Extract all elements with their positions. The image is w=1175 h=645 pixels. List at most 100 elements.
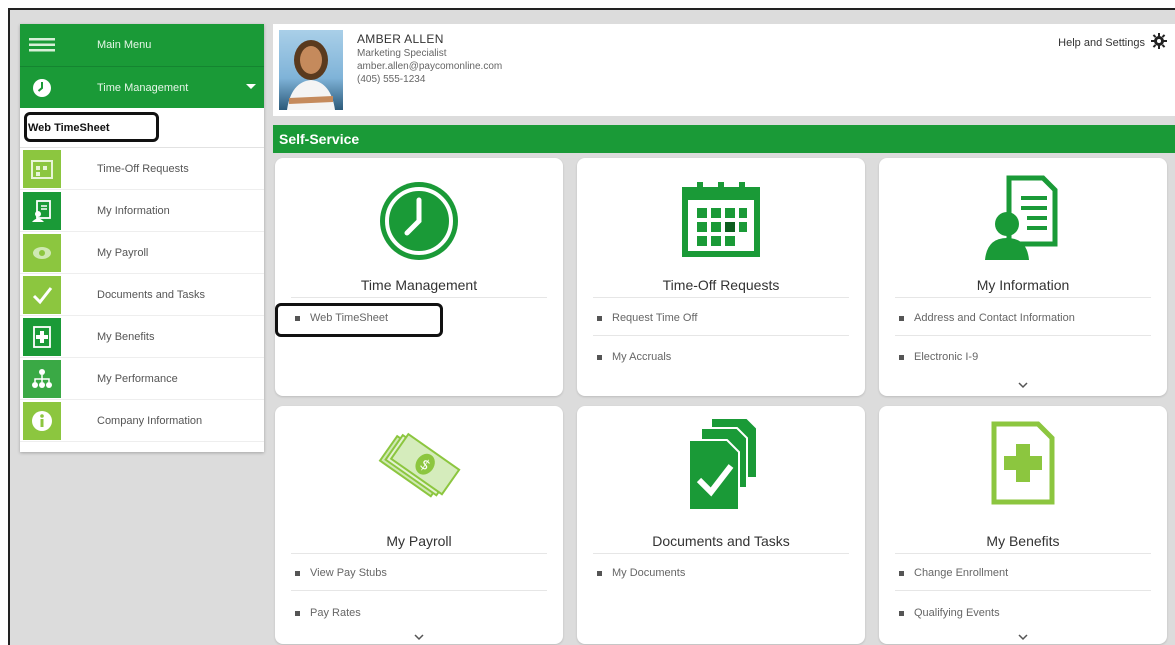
- divider: [291, 590, 547, 591]
- employee-phone: (405) 555-1234: [357, 74, 426, 85]
- medical-plus-icon: [879, 420, 1167, 506]
- sidebar-item-time-management[interactable]: Time Management: [20, 66, 264, 108]
- link-label: My Accruals: [612, 351, 672, 363]
- chevron-down-icon[interactable]: [1018, 380, 1028, 390]
- card-title: My Payroll: [386, 533, 452, 549]
- org-chart-icon: [23, 359, 61, 398]
- money-icon: $: [275, 424, 563, 508]
- link-address-and-contact-information[interactable]: Address and Contact Information: [899, 312, 1075, 324]
- sidebar-item-time-off-requests[interactable]: Time-Off Requests: [20, 148, 264, 190]
- card-time-management: Time Management Web TimeSheet: [275, 158, 563, 396]
- link-label: Qualifying Events: [914, 607, 1000, 619]
- employee-email: amber.allen@paycomonline.com: [357, 61, 503, 72]
- card-title: My Information: [976, 277, 1070, 293]
- link-view-pay-stubs[interactable]: View Pay Stubs: [295, 567, 387, 579]
- bullet-icon: [597, 570, 602, 576]
- card-my-payroll: $ My Payroll View Pay Stubs Pay Rates: [275, 406, 563, 644]
- link-change-enrollment[interactable]: Change Enrollment: [899, 567, 1008, 579]
- profile-document-icon: [879, 174, 1167, 262]
- divider: [895, 335, 1151, 336]
- caret-down-icon: [246, 84, 256, 89]
- bullet-icon: [597, 354, 602, 360]
- link-my-documents[interactable]: My Documents: [597, 567, 685, 579]
- employee-job-title: Marketing Specialist: [357, 48, 447, 59]
- sidebar-item-label: My Benefits: [97, 330, 155, 343]
- documents-checkmark-icon: [577, 416, 865, 512]
- bullet-icon: [899, 570, 904, 576]
- sidebar-main-menu[interactable]: Main Menu: [20, 24, 264, 66]
- divider: [291, 297, 547, 298]
- profile-document-icon: [23, 191, 61, 230]
- divider: [895, 553, 1151, 554]
- info-icon: [23, 401, 61, 440]
- link-label: Pay Rates: [310, 607, 361, 619]
- sidebar-item-label: Time-Off Requests: [97, 162, 189, 175]
- bullet-icon: [295, 570, 300, 576]
- sidebar-item-documents-and-tasks[interactable]: Documents and Tasks: [20, 274, 264, 316]
- card-title: Time-Off Requests: [662, 277, 780, 293]
- link-my-accruals[interactable]: My Accruals: [597, 351, 671, 363]
- clock-icon: [275, 180, 563, 262]
- hamburger-menu-icon: [23, 26, 61, 64]
- chevron-down-icon[interactable]: [414, 632, 424, 642]
- sidebar-item-label: My Payroll: [97, 246, 149, 259]
- medical-plus-icon: [23, 317, 61, 356]
- card-title: My Benefits: [986, 533, 1060, 549]
- divider: [593, 335, 849, 336]
- link-qualifying-events[interactable]: Qualifying Events: [899, 607, 1000, 619]
- highlight-box: [24, 112, 159, 142]
- highlight-box: [275, 303, 443, 337]
- bullet-icon: [295, 610, 300, 616]
- bullet-icon: [899, 354, 904, 360]
- card-documents-and-tasks: Documents and Tasks My Documents: [577, 406, 865, 644]
- sidebar-item-my-performance[interactable]: My Performance: [20, 358, 264, 400]
- calendar-icon: [23, 149, 61, 188]
- sidebar-item-label: My Performance: [97, 372, 178, 385]
- divider: [895, 590, 1151, 591]
- self-service-heading: Self-Service: [273, 125, 1175, 153]
- divider: [291, 553, 547, 554]
- employee-name: AMBER ALLEN: [357, 32, 444, 46]
- help-and-settings-label: Help and Settings: [1058, 36, 1145, 49]
- link-label: Change Enrollment: [914, 567, 1009, 579]
- sidebar-item-label: Time Management: [97, 81, 189, 94]
- clock-icon: [23, 69, 61, 107]
- link-label: Address and Contact Information: [914, 312, 1075, 324]
- help-and-settings-button[interactable]: Help and Settings: [1058, 33, 1167, 52]
- sidebar-main-menu-label: Main Menu: [97, 39, 152, 51]
- card-my-benefits: My Benefits Change Enrollment Qualifying…: [879, 406, 1167, 644]
- sidebar-item-my-benefits[interactable]: My Benefits: [20, 316, 264, 358]
- card-my-information: My Information Address and Contact Infor…: [879, 158, 1167, 396]
- chevron-down-icon[interactable]: [1018, 632, 1028, 642]
- avatar: [279, 30, 343, 110]
- link-label: Request Time Off: [612, 312, 698, 324]
- sidebar-item-my-information[interactable]: My Information: [20, 190, 264, 232]
- divider: [895, 297, 1151, 298]
- link-label: My Documents: [612, 567, 686, 579]
- profile-header: AMBER ALLEN Marketing Specialist amber.a…: [273, 24, 1175, 116]
- link-electronic-i9[interactable]: Electronic I-9: [899, 351, 978, 363]
- sidebar-item-label: Documents and Tasks: [97, 288, 206, 301]
- link-request-time-off[interactable]: Request Time Off: [597, 312, 697, 324]
- link-pay-rates[interactable]: Pay Rates: [295, 607, 361, 619]
- sidebar-item-my-payroll[interactable]: My Payroll: [20, 232, 264, 274]
- link-label: Electronic I-9: [914, 351, 979, 363]
- sidebar-item-company-information[interactable]: Company Information: [20, 400, 264, 442]
- bullet-icon: [597, 315, 602, 321]
- divider: [593, 297, 849, 298]
- sidebar-item-label: My Information: [97, 204, 170, 217]
- checkmark-icon: [23, 275, 61, 314]
- card-title: Time Management: [360, 277, 478, 293]
- app-frame: Main Menu Time Management Web TimeSheet …: [8, 8, 1175, 645]
- card-title: Documents and Tasks: [652, 533, 790, 549]
- sidebar-item-label: Company Information: [97, 414, 203, 427]
- divider: [593, 553, 849, 554]
- sidebar: Main Menu Time Management Web TimeSheet …: [20, 24, 264, 452]
- card-time-off-requests: Time-Off Requests Request Time Off My Ac…: [577, 158, 865, 396]
- link-label: View Pay Stubs: [310, 567, 387, 579]
- calendar-icon: [577, 180, 865, 258]
- money-icon: [23, 233, 61, 272]
- gear-icon: [1151, 33, 1167, 52]
- sidebar-subitem-web-timesheet[interactable]: Web TimeSheet: [20, 108, 264, 148]
- bullet-icon: [899, 610, 904, 616]
